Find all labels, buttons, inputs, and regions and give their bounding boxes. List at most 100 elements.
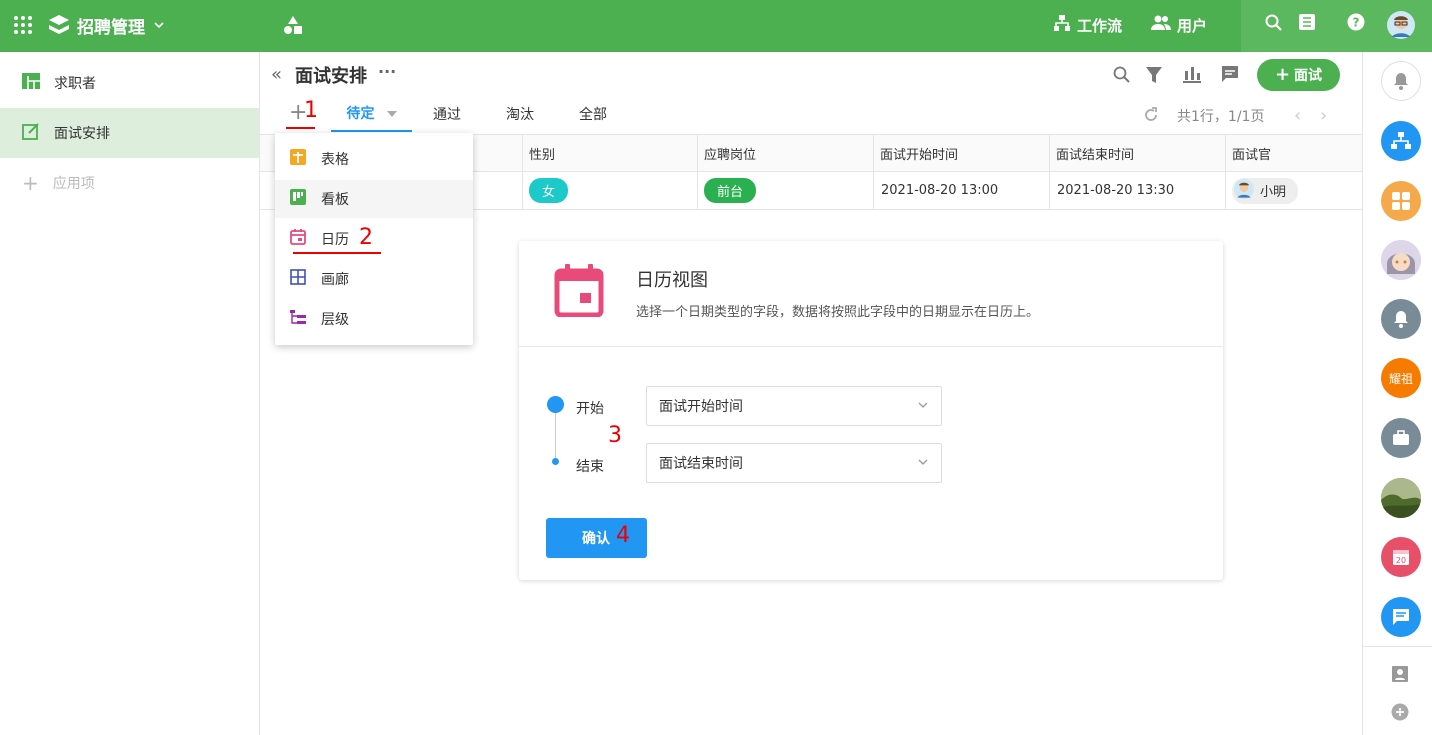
annotation-underline — [286, 127, 315, 129]
prev-page-icon[interactable]: ‹ — [1294, 105, 1301, 126]
calendar-icon — [554, 263, 604, 321]
page-title: 面试安排 — [295, 66, 367, 87]
table-view-icon — [289, 148, 307, 170]
search-icon[interactable] — [1265, 14, 1283, 36]
users-icon — [1151, 14, 1171, 36]
gallery-icon — [289, 268, 307, 290]
sidebar-item-candidates[interactable]: 求职者 — [0, 58, 259, 108]
app-title[interactable]: 招聘管理 — [77, 13, 165, 38]
position-tag: 前台 — [704, 178, 757, 203]
end-field-select[interactable]: 面试结束时间 — [646, 443, 942, 483]
landscape-avatar[interactable] — [1381, 478, 1421, 518]
comment-icon[interactable] — [1221, 65, 1239, 87]
search-icon[interactable] — [1113, 66, 1131, 88]
user-avatar[interactable] — [1387, 11, 1415, 43]
more-icon[interactable]: ··· — [378, 62, 396, 81]
add-interview-button[interactable]: + 面试 — [1257, 59, 1340, 91]
sidebar-add-app-item[interactable]: + 应用项 — [0, 158, 259, 208]
annotation-2: 2 — [359, 225, 373, 250]
reminder-button[interactable] — [1381, 299, 1421, 339]
next-page-icon[interactable]: › — [1320, 105, 1327, 126]
interviewer-chip[interactable]: 小明 — [1232, 177, 1299, 204]
plus-icon: + — [1274, 64, 1291, 85]
menu-item-table[interactable]: 表格 — [275, 140, 473, 178]
help-icon[interactable]: ? — [1347, 13, 1365, 35]
stats-icon[interactable] — [1183, 65, 1201, 87]
tab-rejected[interactable]: 淘汰 — [506, 96, 534, 132]
gender-cell[interactable]: 女 — [522, 172, 698, 209]
avatar — [1234, 178, 1254, 203]
shapes-icon[interactable] — [283, 15, 303, 39]
column-header[interactable]: 面试结束时间 — [1049, 135, 1226, 171]
card-description: 选择一个日期类型的字段，数据将按照此字段中的日期显示在日历上。 — [636, 305, 1040, 320]
svg-text:20: 20 — [1396, 556, 1406, 565]
chevron-down-icon — [917, 399, 929, 415]
calendar-view-card: 日历视图 选择一个日期类型的字段，数据将按照此字段中的日期显示在日历上。 开始 … — [519, 241, 1223, 580]
avatar[interactable] — [1381, 240, 1421, 280]
refresh-icon[interactable] — [1143, 107, 1159, 127]
users-nav[interactable]: 用户 — [1151, 14, 1207, 36]
pager-text: 共1行，1/1页 — [1177, 109, 1265, 125]
table-view-icon — [22, 73, 40, 93]
app-grid-icon[interactable] — [13, 15, 33, 39]
apps-button[interactable] — [1381, 181, 1421, 221]
workflow-nav[interactable]: 工作流 — [1053, 14, 1122, 36]
top-bar: 招聘管理 工作流 用户 ? — [0, 0, 1432, 52]
annotation-underline — [293, 252, 381, 254]
end-label: 结束 — [576, 459, 604, 475]
calendar-app-button[interactable]: 20 — [1381, 537, 1421, 577]
annotation-4: 4 — [616, 523, 630, 548]
chevron-down-icon — [153, 16, 165, 36]
calendar-icon — [289, 228, 307, 250]
chat-button[interactable] — [1381, 597, 1421, 637]
start-field-select[interactable]: 面试开始时间 — [646, 386, 942, 426]
edit-sheet-icon — [22, 122, 40, 144]
column-header[interactable]: 应聘岗位 — [697, 135, 874, 171]
menu-item-gallery[interactable]: 画廊 — [275, 260, 473, 298]
timeline-line — [555, 413, 556, 458]
filter-icon[interactable] — [1145, 66, 1163, 88]
right-sidebar: 耀祖 20 — [1362, 52, 1432, 735]
interviewer-cell[interactable]: 小明 — [1225, 172, 1362, 209]
start-label: 开始 — [576, 401, 604, 417]
tab-all[interactable]: 全部 — [579, 96, 607, 132]
app-logo-icon — [47, 13, 71, 41]
hierarchy-icon — [289, 308, 307, 330]
annotation-3: 3 — [608, 423, 622, 448]
workflow-icon — [1053, 14, 1071, 36]
divider — [1363, 646, 1432, 647]
card-title: 日历视图 — [636, 270, 708, 291]
timeline-start-dot — [547, 396, 564, 413]
caret-down-icon[interactable] — [386, 105, 397, 121]
contact-card-icon[interactable] — [1391, 665, 1409, 687]
column-header[interactable]: 面试开始时间 — [873, 135, 1050, 171]
end-time-cell[interactable]: 2021-08-20 13:30 — [1049, 172, 1226, 209]
document-icon[interactable] — [1298, 13, 1316, 35]
timeline-end-dot — [552, 458, 559, 465]
view-type-menu: 表格 看板 日历 画廊 层级 2 — [275, 133, 473, 345]
plus-icon: + — [22, 171, 39, 195]
add-circle-icon[interactable] — [1391, 703, 1409, 725]
group-badge-button[interactable]: 耀祖 — [1381, 358, 1421, 398]
briefcase-button[interactable] — [1381, 418, 1421, 458]
gender-tag: 女 — [529, 178, 569, 203]
confirm-button[interactable]: 确认 — [546, 518, 647, 558]
menu-item-kanban[interactable]: 看板 — [275, 180, 473, 218]
kanban-icon — [289, 188, 307, 210]
start-time-cell[interactable]: 2021-08-20 13:00 — [873, 172, 1050, 209]
chevron-down-icon — [917, 456, 929, 472]
tab-pending[interactable]: 待定 — [331, 96, 412, 132]
collapse-icon[interactable]: « — [271, 64, 282, 85]
menu-item-hierarchy[interactable]: 层级 — [275, 300, 473, 338]
column-header[interactable]: 性别 — [522, 135, 698, 171]
notification-button[interactable] — [1381, 61, 1421, 101]
annotation-1: 1 — [304, 98, 318, 123]
org-structure-button[interactable] — [1381, 121, 1421, 161]
tab-passed[interactable]: 通过 — [433, 96, 461, 132]
svg-text:?: ? — [1353, 16, 1360, 30]
position-cell[interactable]: 前台 — [697, 172, 874, 209]
divider — [519, 346, 1223, 347]
sidebar-item-interview-schedule[interactable]: 面试安排 — [0, 108, 259, 158]
column-header[interactable]: 面试官 — [1225, 135, 1362, 171]
top-right-zone: ? — [1241, 0, 1432, 52]
